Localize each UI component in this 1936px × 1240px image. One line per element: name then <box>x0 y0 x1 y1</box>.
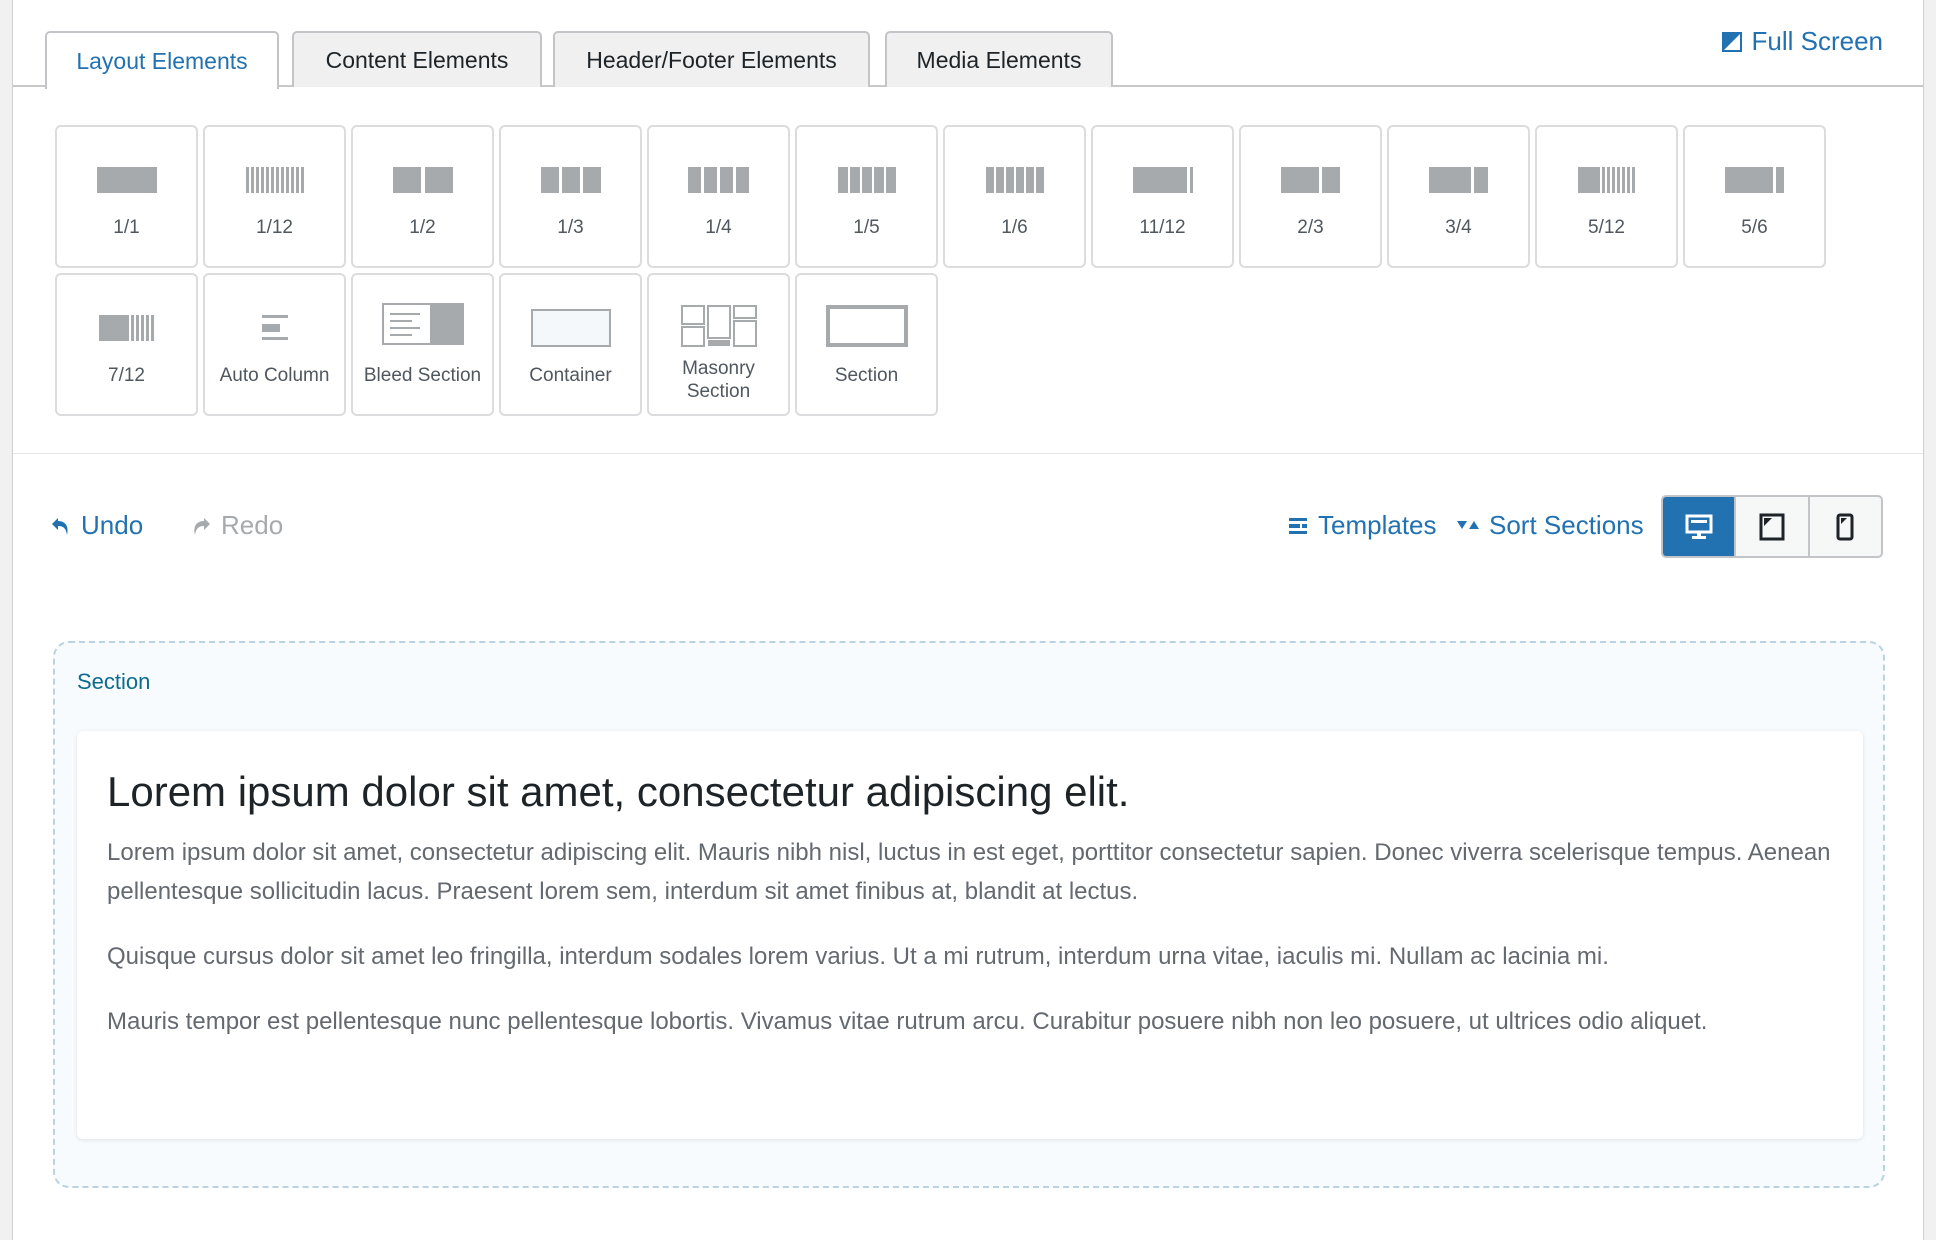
element-label: 1/1 <box>113 217 140 238</box>
element-label: 1/3 <box>557 217 584 238</box>
templates-label: Templates <box>1318 510 1437 540</box>
content-heading: Lorem ipsum dolor sit amet, consectetur … <box>107 768 1130 815</box>
element-label: Bleed Section <box>363 365 482 386</box>
element-label: 1/2 <box>409 217 436 238</box>
column-1-1-icon <box>96 165 157 195</box>
element-label: 7/12 <box>108 365 145 386</box>
container-icon <box>530 309 611 347</box>
column-11-12-icon <box>1132 165 1193 195</box>
column-2-3-icon <box>1281 165 1340 195</box>
element-card-11-12[interactable]: 11/12 <box>1091 125 1234 268</box>
element-card-1-3[interactable]: 1/3 <box>499 125 642 268</box>
fullscreen-icon <box>1721 31 1742 52</box>
element-label: Masonry Section <box>682 358 755 402</box>
auto-column-icon <box>260 313 290 343</box>
divider <box>13 453 1923 454</box>
element-card-2-3[interactable]: 2/3 <box>1239 125 1382 268</box>
column-5-12-icon <box>1578 165 1635 195</box>
sort-icon <box>1457 520 1479 529</box>
templates-button[interactable]: Templates <box>1288 510 1437 541</box>
fullscreen-label: Full Screen <box>1751 26 1884 56</box>
desktop-view-button[interactable] <box>1663 497 1737 556</box>
element-label: 5/12 <box>1588 217 1625 238</box>
column-1-5-icon <box>837 165 896 195</box>
element-card-section[interactable]: Section <box>795 273 938 416</box>
redo-icon <box>194 517 210 535</box>
sort-sections-label: Sort Sections <box>1489 510 1644 540</box>
mobile-view-button[interactable] <box>1810 497 1881 556</box>
element-label: 1/6 <box>1001 217 1028 238</box>
element-card-1-2[interactable]: 1/2 <box>351 125 494 268</box>
content-paragraph: Mauris tempor est pellentesque nunc pell… <box>107 1008 1708 1035</box>
undo-button[interactable]: Undo <box>51 510 143 541</box>
column-3-4-icon <box>1429 165 1488 195</box>
column-7-12-icon <box>99 313 154 343</box>
tab-layout-elements[interactable]: Layout Elements <box>45 31 279 89</box>
element-card-7-12[interactable]: 7/12 <box>55 273 198 416</box>
undo-icon <box>52 517 68 535</box>
tablet-view-button[interactable] <box>1736 497 1810 556</box>
redo-button[interactable]: Redo <box>191 510 283 541</box>
templates-icon <box>1289 517 1307 534</box>
element-card-1-12[interactable]: 1/12 <box>203 125 346 268</box>
section-block[interactable]: Section Lorem ipsum dolor sit amet, cons… <box>53 641 1885 1188</box>
column-1-12-icon <box>245 165 304 195</box>
element-label: 2/3 <box>1297 217 1324 238</box>
element-label: Section <box>834 365 899 386</box>
tab-header-footer-elements[interactable]: Header/Footer Elements <box>553 31 870 87</box>
element-card-3-4[interactable]: 3/4 <box>1387 125 1530 268</box>
section-label: Section <box>77 669 151 694</box>
element-card-1-6[interactable]: 1/6 <box>943 125 1086 268</box>
desktop-icon <box>1685 514 1713 539</box>
column-1-2-icon <box>392 165 453 195</box>
undo-label: Undo <box>81 510 144 540</box>
content-paragraph: Quisque cursus dolor sit amet leo fringi… <box>107 943 1609 970</box>
section-icon <box>825 305 908 347</box>
element-label: 1/4 <box>705 217 732 238</box>
element-label: 3/4 <box>1445 217 1472 238</box>
element-label: Container <box>529 365 612 386</box>
tab-content-elements[interactable]: Content Elements <box>292 31 542 87</box>
content-paragraph: Lorem ipsum dolor sit amet, consectetur … <box>107 839 1831 905</box>
element-card-1-4[interactable]: 1/4 <box>647 125 790 268</box>
element-card-auto-column[interactable]: Auto Column <box>203 273 346 416</box>
element-card-5-6[interactable]: 5/6 <box>1683 125 1826 268</box>
fullscreen-button[interactable]: Full Screen <box>1721 26 1884 57</box>
masonry-section-icon <box>680 305 757 347</box>
element-card-container[interactable]: Container <box>499 273 642 416</box>
sort-sections-button[interactable]: Sort Sections <box>1457 510 1644 541</box>
element-label: 5/6 <box>1741 217 1768 238</box>
element-card-1-5[interactable]: 1/5 <box>795 125 938 268</box>
text-content-block[interactable]: Lorem ipsum dolor sit amet, consectetur … <box>77 731 1863 1139</box>
device-view-toggle <box>1661 495 1883 558</box>
tab-media-elements[interactable]: Media Elements <box>885 31 1113 87</box>
element-label: 1/12 <box>256 217 293 238</box>
element-label: 1/5 <box>853 217 880 238</box>
column-1-3-icon <box>540 165 601 195</box>
column-5-6-icon <box>1725 165 1784 195</box>
element-tabs: Layout Elements Content Elements Header/… <box>13 0 1923 89</box>
tablet-icon <box>1759 513 1785 540</box>
element-label: 11/12 <box>1139 217 1186 238</box>
column-1-4-icon <box>688 165 749 195</box>
redo-label: Redo <box>221 510 284 540</box>
column-1-6-icon <box>985 165 1044 195</box>
element-card-1-1[interactable]: 1/1 <box>55 125 198 268</box>
element-card-masonry-section[interactable]: Masonry Section <box>647 273 790 416</box>
bleed-section-icon <box>381 303 464 345</box>
mobile-icon <box>1836 513 1854 540</box>
element-card-bleed-section[interactable]: Bleed Section <box>351 273 494 416</box>
element-label: Auto Column <box>219 365 330 386</box>
page-builder-panel: Layout Elements Content Elements Header/… <box>12 0 1924 1240</box>
element-card-5-12[interactable]: 5/12 <box>1535 125 1678 268</box>
